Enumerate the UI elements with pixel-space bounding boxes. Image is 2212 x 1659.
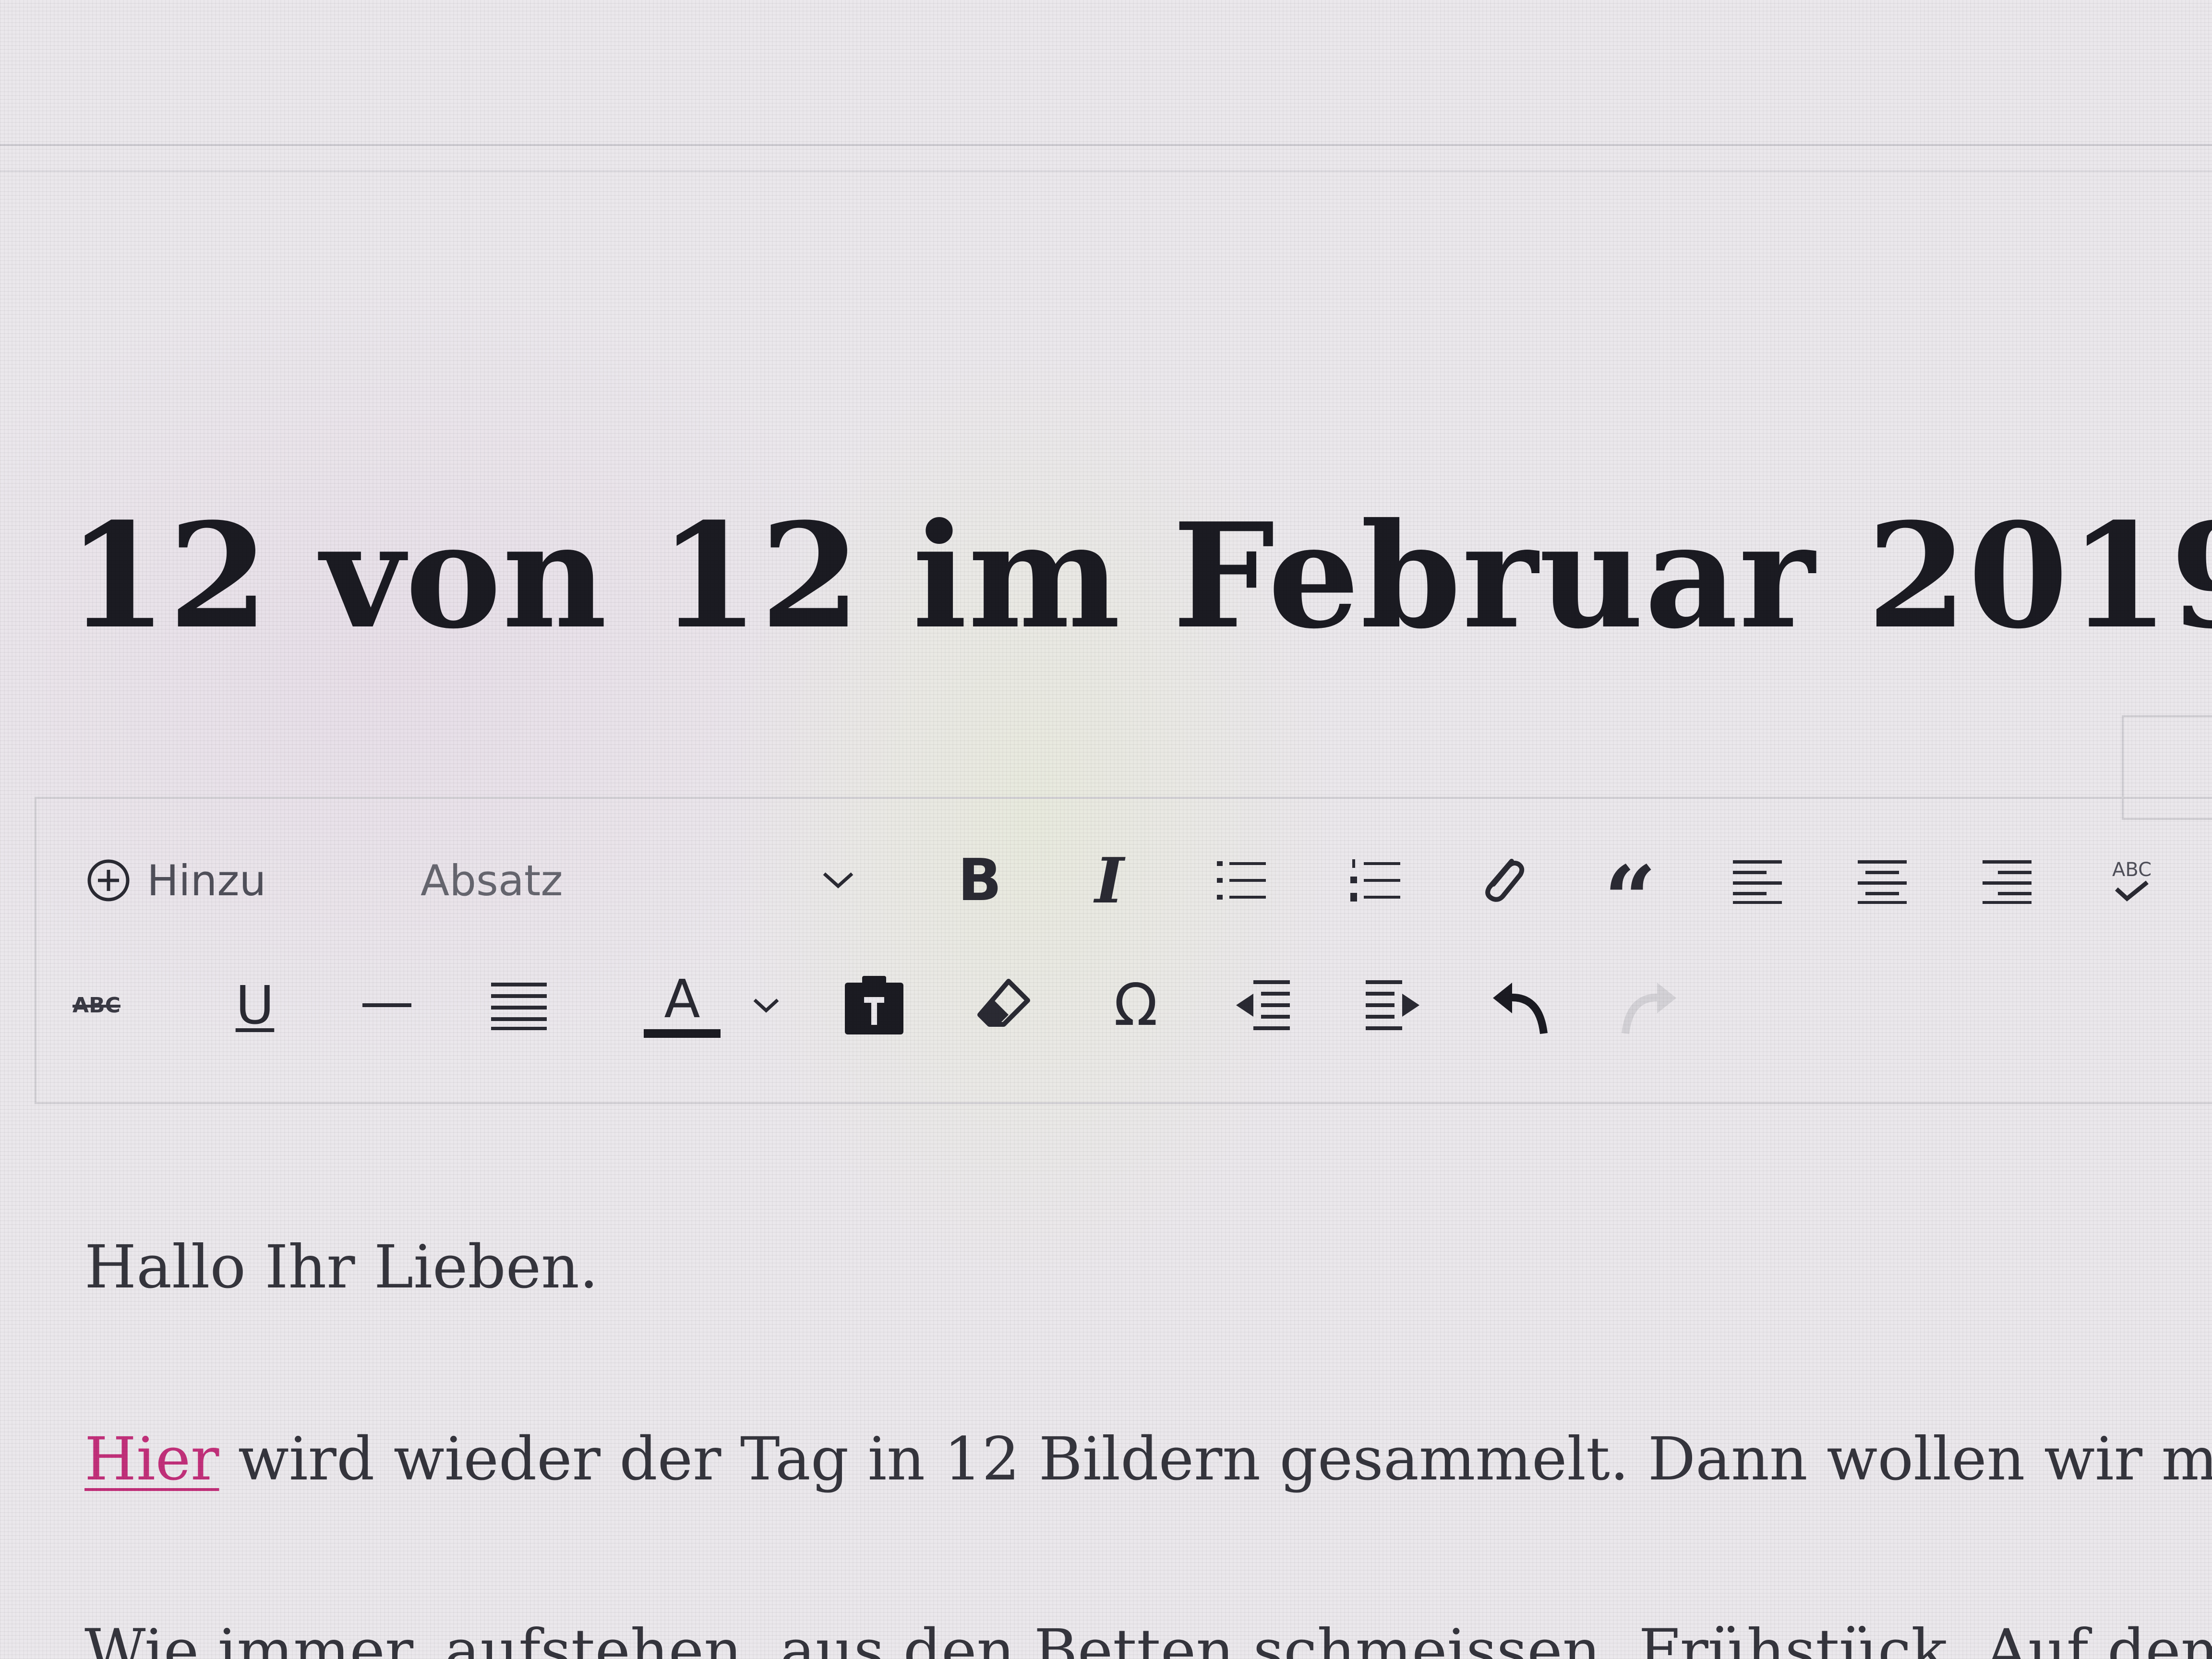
undo-icon[interactable] [1491,967,1553,1044]
paste-text-icon[interactable] [843,967,905,1044]
add-block-button[interactable]: Hinzu [147,842,272,919]
paragraph-intro[interactable]: Hier wird wieder der Tag in 12 Bildern g… [84,1421,2212,1498]
special-character-glyph: Ω [1114,972,1158,1039]
spellcheck-glyph: ABC [2112,859,2152,881]
toolbar-row-1: Hinzu Absatz B I “ ABC [36,842,2212,945]
post-title[interactable]: 12 von 12 im Februar 2019 [67,490,2212,662]
top-divider [0,144,2212,146]
clear-formatting-icon[interactable] [973,967,1035,1044]
intro-text: wird wieder der Tag in 12 Bildern gesamm… [219,1425,2212,1494]
add-block-label: Hinzu [147,855,266,905]
numbered-list-icon[interactable] [1345,842,1407,919]
format-select[interactable]: Absatz [421,842,853,919]
underline-icon[interactable]: U [224,967,286,1044]
blockquote-icon[interactable]: “ [1599,842,1661,945]
italic-glyph: I [1094,843,1124,917]
underline-glyph: U [235,974,275,1036]
text-color-chevron-icon[interactable] [742,967,790,1044]
align-right-icon[interactable] [1976,842,2038,919]
text-color-glyph: A [664,968,700,1030]
bullet-list-icon[interactable] [1210,842,1273,919]
link-icon[interactable] [1469,842,1532,919]
italic-icon[interactable]: I [1078,842,1141,919]
paragraph-greeting[interactable]: Hallo Ihr Lieben. [84,1229,598,1306]
strikethrough-glyph: ABC [72,993,120,1018]
chevron-down-icon[interactable] [814,842,862,919]
add-block-icon[interactable] [84,842,132,919]
align-left-icon[interactable] [1726,842,1789,919]
special-character-icon[interactable]: Ω [1105,967,1167,1044]
editor-toolbar: Hinzu Absatz B I “ ABC ABC U A Ω [35,797,2212,1104]
horizontal-line-icon[interactable] [356,967,418,1044]
toolbar-row-2: ABC U A Ω [36,967,2212,1044]
redo-icon [1616,967,1678,1044]
format-select-value: Absatz [421,855,563,905]
intro-link[interactable]: Hier [84,1425,219,1494]
outdent-icon[interactable] [1232,967,1294,1044]
bold-glyph: B [958,847,1002,914]
text-color-swatch [644,1029,721,1038]
bold-icon[interactable]: B [949,842,1011,919]
editor-screen: 12 von 12 im Februar 2019 Hinzu Absatz B… [0,0,2212,1659]
top-divider-secondary [0,170,2212,172]
spellcheck-icon[interactable]: ABC [2101,842,2163,919]
blockquote-glyph: “ [1604,846,1657,953]
align-center-icon[interactable] [1851,842,1913,919]
strikethrough-icon[interactable]: ABC [65,967,128,1044]
indent-icon[interactable] [1361,967,1424,1044]
text-color-icon[interactable]: A [641,967,723,1044]
justify-icon[interactable] [488,967,550,1044]
paragraph-body[interactable]: Wie immer, aufstehen, aus den Betten sch… [84,1613,2212,1659]
